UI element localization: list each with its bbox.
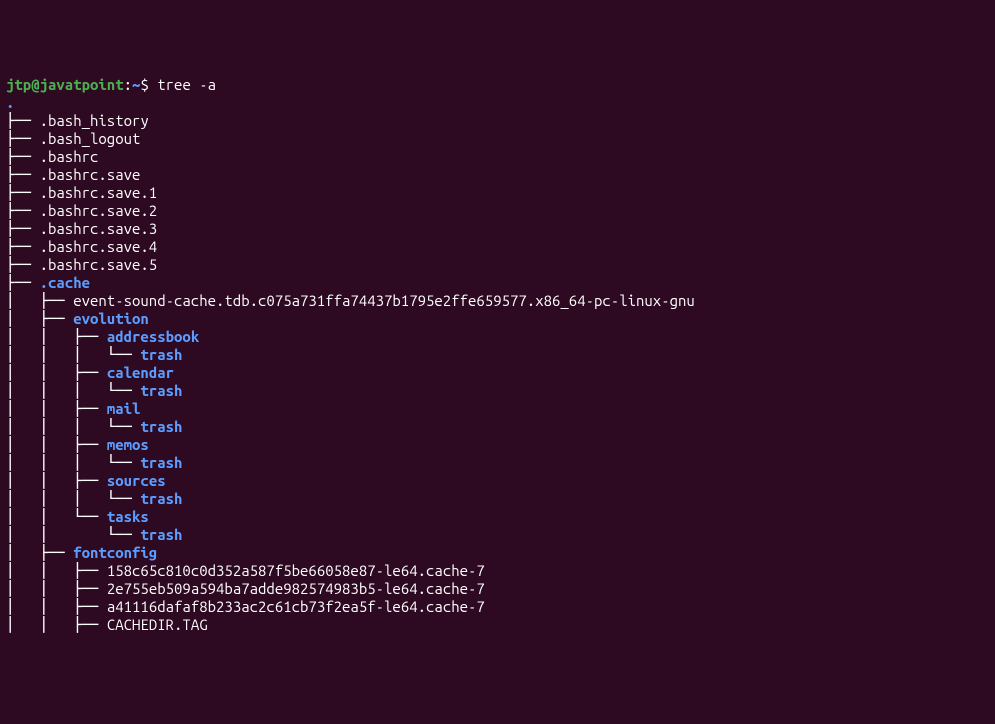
tree-branch: ├── [6,148,40,165]
tree-branch: │ │ ├── [6,580,107,597]
tree-branch: │ │ ├── [6,616,107,633]
tree-branch: │ │ │ └── [6,382,140,399]
prompt-host: javatpoint [40,76,124,93]
tree-branch: │ │ │ └── [6,346,140,363]
tree-entry: trash [140,346,182,363]
tree-entry: .bashrc.save [40,166,141,183]
tree-entry: .bashrc.save.2 [40,202,158,219]
tree-branch: │ │ ├── [6,562,107,579]
tree-entry: CACHEDIR.TAG [107,616,208,633]
tree-entry: evolution [73,310,149,327]
tree-branch: │ │ ├── [6,436,107,453]
prompt-at: @ [31,76,39,93]
prompt-user: jtp [6,76,31,93]
prompt-colon: : [124,76,132,93]
tree-branch: │ │ ├── [6,364,107,381]
terminal-output: jtp@javatpoint:~$ tree -a . ├── .bash_hi… [6,76,989,634]
tree-branch: ├── [6,202,40,219]
command-text[interactable]: tree -a [157,76,216,93]
tree-branch: │ │ ├── [6,328,107,345]
tree-entry: a41116dafaf8b233ac2c61cb73f2ea5f-le64.ca… [107,598,485,615]
tree-entry: 2e755eb509a594ba7adde982574983b5-le64.ca… [107,580,485,597]
tree-entry: trash [140,526,182,543]
tree-branch: ├── [6,238,40,255]
tree-branch: │ │ ├── [6,598,107,615]
tree-branch: │ ├── [6,310,73,327]
tree-listing: ├── .bash_history ├── .bash_logout ├── .… [6,112,989,634]
tree-entry: mail [107,400,141,417]
tree-entry: sources [107,472,166,489]
tree-entry: 158c65c810c0d352a587f5be66058e87-le64.ca… [107,562,485,579]
tree-branch: │ │ │ └── [6,490,140,507]
tree-branch: │ │ └── [6,508,107,525]
tree-entry: .bashrc.save.5 [40,256,158,273]
tree-branch: │ ├── [6,544,73,561]
tree-entry: .bash_logout [40,130,141,147]
prompt-dollar: $ [140,76,148,93]
tree-entry: addressbook [107,328,199,345]
tree-branch: │ │ ├── [6,472,107,489]
tree-branch: ├── [6,130,40,147]
tree-branch: ├── [6,112,40,129]
tree-entry: trash [140,454,182,471]
tree-entry: .cache [40,274,90,291]
tree-branch: │ │ └── [6,526,140,543]
tree-entry: memos [107,436,149,453]
tree-entry: .bashrc.save.4 [40,238,158,255]
tree-branch: ├── [6,274,40,291]
tree-branch: ├── [6,166,40,183]
tree-entry: event-sound-cache.tdb.c075a731ffa74437b1… [73,292,695,309]
tree-entry: tasks [107,508,149,525]
tree-entry: calendar [107,364,174,381]
tree-entry: .bashrc [40,148,99,165]
tree-branch: │ │ │ └── [6,454,140,471]
tree-entry: .bashrc.save.3 [40,220,158,237]
tree-branch: │ │ ├── [6,400,107,417]
tree-branch: ├── [6,256,40,273]
tree-entry: fontconfig [73,544,157,561]
tree-entry: trash [140,418,182,435]
tree-entry: .bash_history [40,112,149,129]
tree-branch: ├── [6,184,40,201]
tree-entry: trash [140,382,182,399]
prompt-line: jtp@javatpoint:~$ tree -a [6,76,216,93]
tree-entry: .bashrc.save.1 [40,184,158,201]
tree-entry: trash [140,490,182,507]
tree-branch: │ ├── [6,292,73,309]
tree-branch: │ │ │ └── [6,418,140,435]
tree-branch: ├── [6,220,40,237]
tree-root: . [6,94,14,111]
